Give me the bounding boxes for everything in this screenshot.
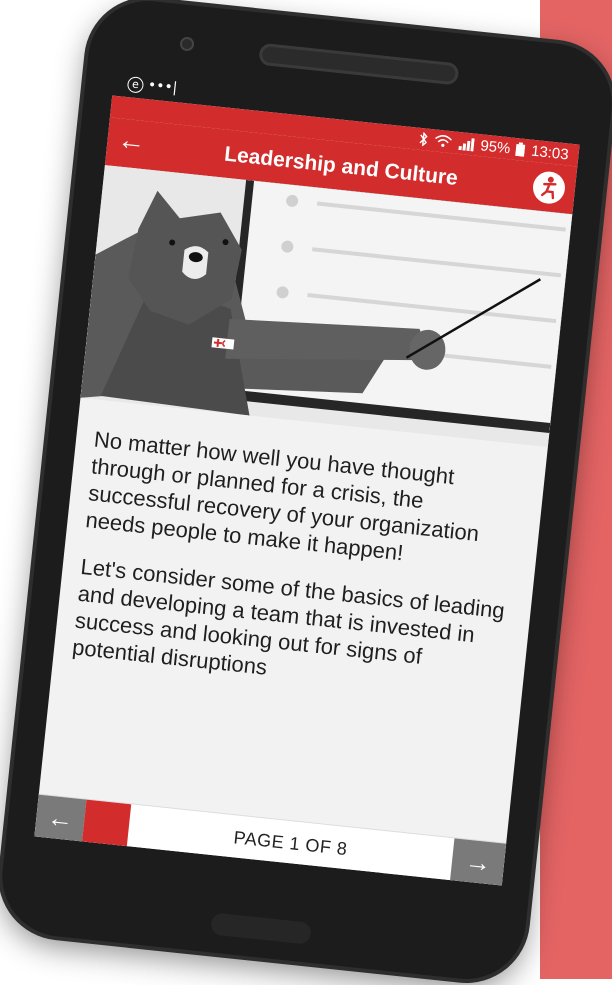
- battery-percent: 95%: [479, 136, 512, 157]
- notification-indicator: e •••|: [126, 75, 179, 97]
- phone-home-bar: [210, 912, 312, 945]
- bear-board-svg: [80, 165, 573, 447]
- phone-mockup: e •••| 95% 13:03 ← Leadership and Cultur…: [0, 0, 612, 985]
- battery-icon: [515, 142, 526, 157]
- notification-dots: •••|: [147, 77, 179, 97]
- paragraph-2: Let's consider some of the basics of lea…: [71, 553, 506, 680]
- next-page-button[interactable]: →: [449, 838, 507, 886]
- app-screen: 95% 13:03 ← Leadership and Culture No ma…: [34, 95, 580, 886]
- accessibility-icon[interactable]: [531, 170, 567, 206]
- e-notification-icon: e: [126, 76, 145, 94]
- page-progress-indicator: [81, 799, 132, 848]
- front-camera: [179, 36, 195, 52]
- lesson-text: No matter how well you have thought thro…: [69, 426, 525, 726]
- previous-page-button[interactable]: ←: [34, 794, 87, 843]
- paragraph-1: No matter how well you have thought thro…: [84, 426, 481, 566]
- bluetooth-icon: [419, 131, 429, 147]
- speaker-grille: [258, 42, 460, 86]
- clock: 13:03: [530, 142, 570, 163]
- accessibility-glyph: [540, 176, 557, 200]
- bear-teacher-illustration: [80, 165, 573, 447]
- signal-icon: [458, 138, 476, 152]
- wifi-icon: [435, 135, 453, 147]
